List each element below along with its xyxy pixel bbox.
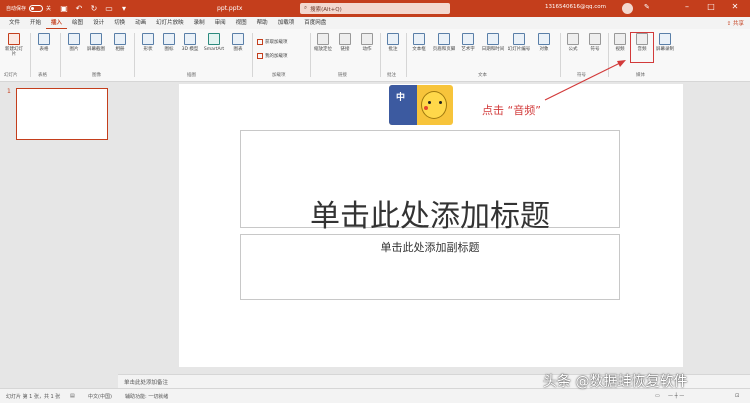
slide-counter: 幻灯片 第 1 张，共 1 张 [6,394,61,400]
annotation-text: 点击 “音频” [482,104,541,117]
normal-view-icon[interactable]: ▭ [655,393,660,399]
annotation-arrow [544,60,626,101]
language-status[interactable]: 中文(中国) [88,393,112,400]
zoom-slider[interactable]: — ┼ — [668,393,684,399]
watermark: 头条 @数据蛙恢复软件 [543,374,688,390]
accessibility-status[interactable]: 辅助功能: 一切就绪 [125,393,168,400]
fit-slide-icon[interactable]: ⊡ [735,393,739,399]
spellcheck-icon[interactable]: ▤ [70,393,75,399]
notes-placeholder: 单击此处添加备注 [124,380,169,386]
